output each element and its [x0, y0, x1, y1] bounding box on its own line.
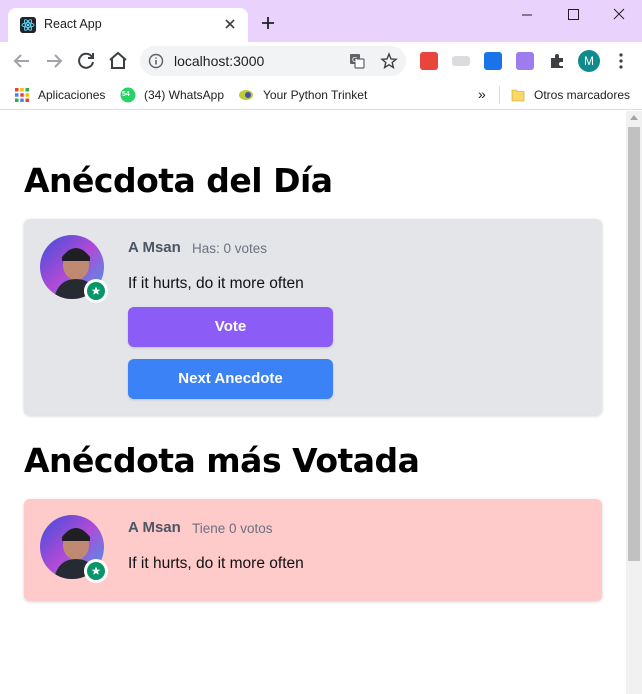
vote-count: Tiene 0 votos: [192, 521, 273, 536]
next-anecdote-button[interactable]: Next Anecdote: [128, 359, 333, 399]
maximize-window-icon[interactable]: [550, 0, 596, 32]
whatsapp-badge: 54: [122, 91, 130, 98]
extension-keyboard-icon[interactable]: [452, 56, 470, 66]
daily-anecdote-card: A Msan Has: 0 votes If it hurts, do it m…: [24, 219, 602, 415]
bookmarks-divider: [499, 86, 500, 104]
home-icon[interactable]: [106, 49, 130, 73]
new-tab-plus-icon[interactable]: [258, 13, 278, 33]
author-name: A Msan: [128, 519, 181, 536]
minimize-window-icon[interactable]: [504, 0, 550, 32]
site-info-icon[interactable]: [148, 53, 164, 69]
close-tab-icon[interactable]: [220, 14, 240, 34]
browser-menu-icon[interactable]: [612, 52, 630, 70]
url-text: localhost:3000: [174, 53, 265, 69]
author-name: A Msan: [128, 239, 181, 256]
bookmark-trinket[interactable]: Your Python Trinket: [238, 84, 378, 106]
tab-title: React App: [44, 17, 102, 31]
profile-avatar[interactable]: M: [578, 50, 600, 72]
extensions-puzzle-icon[interactable]: [548, 52, 566, 70]
extension-translate-icon[interactable]: [484, 52, 502, 70]
vertical-scrollbar[interactable]: [626, 111, 642, 694]
apps-grid-icon: [15, 88, 29, 102]
folder-icon: [511, 89, 525, 102]
anecdote-text: If it hurts, do it more often: [128, 275, 304, 292]
bookmarks-overflow-chevron[interactable]: »: [478, 84, 486, 106]
address-bar[interactable]: localhost:3000 G: [140, 46, 406, 76]
svg-text:G: G: [352, 56, 357, 64]
extension-calendar-icon[interactable]: [420, 52, 438, 70]
most-voted-heading: Anécdota más Votada: [24, 441, 420, 480]
star-icon: [91, 286, 101, 295]
anecdote-text: If it hurts, do it more often: [128, 555, 304, 572]
translate-icon[interactable]: G: [348, 52, 366, 70]
bookmark-trinket-label: Your Python Trinket: [263, 88, 368, 102]
vote-count: Has: 0 votes: [192, 241, 268, 256]
bookmark-apps[interactable]: Aplicaciones: [14, 84, 114, 106]
bookmark-whatsapp[interactable]: 54 (34) WhatsApp: [120, 84, 230, 106]
scroll-up-arrow-icon[interactable]: [630, 115, 638, 120]
browser-toolbar: localhost:3000 G M: [0, 42, 642, 80]
scrollbar-thumb[interactable]: [628, 127, 640, 561]
daily-anecdote-heading: Anécdota del Día: [24, 161, 333, 200]
bookmarks-bar: Aplicaciones 54 (34) WhatsApp Your Pytho…: [0, 80, 642, 110]
verified-badge: [84, 279, 108, 303]
forward-arrow-icon[interactable]: [42, 49, 66, 73]
react-logo-icon: [20, 17, 36, 33]
page-viewport: Anécdota del Día A Msan Has: 0 votes If …: [0, 111, 626, 694]
bookmark-whatsapp-label: (34) WhatsApp: [144, 88, 225, 102]
most-voted-card: A Msan Tiene 0 votos If it hurts, do it …: [24, 499, 602, 601]
reload-icon[interactable]: [74, 49, 98, 73]
verified-badge: [84, 559, 108, 583]
bookmark-other-label: Otros marcadores: [534, 88, 631, 102]
extension-colorpicker-icon[interactable]: [516, 52, 534, 70]
close-window-icon[interactable]: [596, 0, 642, 32]
vote-button[interactable]: Vote: [128, 307, 333, 347]
bookmark-apps-label: Aplicaciones: [38, 88, 106, 102]
bookmark-star-icon[interactable]: [380, 52, 398, 70]
bookmark-other-folder[interactable]: Otros marcadores: [510, 84, 635, 106]
browser-title-bar: React App: [0, 0, 642, 42]
browser-tab-react-app[interactable]: React App: [8, 8, 248, 42]
trinket-icon: [239, 90, 253, 100]
star-icon: [91, 566, 101, 575]
back-arrow-icon[interactable]: [10, 49, 34, 73]
